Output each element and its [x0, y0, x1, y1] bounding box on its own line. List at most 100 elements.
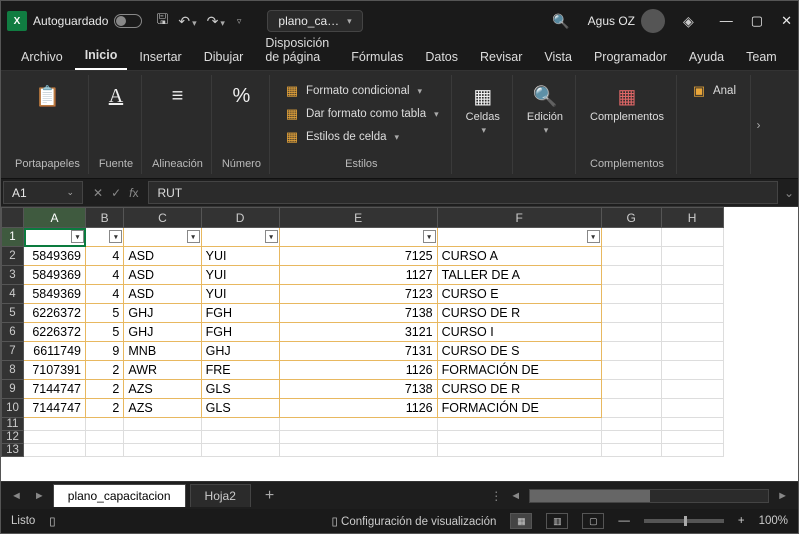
menu-tab-revisar[interactable]: Revisar [470, 44, 532, 70]
data-cell[interactable]: YUI [201, 285, 279, 304]
cell-styles-button[interactable]: ▦Estilos de celda▾ [280, 127, 443, 147]
col-header[interactable]: B [86, 208, 124, 228]
row-header[interactable]: 7 [2, 342, 24, 361]
row-header[interactable]: 10 [2, 399, 24, 418]
data-cell[interactable]: GLS [201, 399, 279, 418]
row-header[interactable]: 3 [2, 266, 24, 285]
data-cell[interactable]: AZS [124, 399, 201, 418]
qat-more-icon[interactable]: ▿ [237, 16, 242, 27]
data-cell[interactable]: GHJ [124, 323, 201, 342]
filename-box[interactable]: plano_ca… ▾ [267, 10, 362, 32]
add-sheet-icon[interactable]: + [255, 487, 284, 505]
data-cell[interactable]: MNB [124, 342, 201, 361]
data-cell[interactable]: AZS [124, 380, 201, 399]
data-cell[interactable]: FGH [201, 304, 279, 323]
addins-button[interactable]: ▦ Complementos [586, 81, 668, 125]
empty-cell[interactable] [661, 444, 723, 457]
data-cell[interactable]: 4 [86, 266, 124, 285]
col-header[interactable]: H [661, 208, 723, 228]
row-header[interactable]: 11 [2, 418, 24, 431]
data-cell[interactable]: 9 [86, 342, 124, 361]
data-cell[interactable]: FRE [201, 361, 279, 380]
row-header[interactable]: 6 [2, 323, 24, 342]
menu-tab-per[interactable]: Per› [789, 44, 799, 70]
menu-tab-ayuda[interactable]: Ayuda [679, 44, 734, 70]
data-cell[interactable]: FGH [201, 323, 279, 342]
conditional-format-button[interactable]: ▦Formato condicional▾ [280, 81, 443, 101]
data-cell[interactable]: 1126 [279, 361, 437, 380]
filter-icon[interactable]: ▾ [587, 230, 600, 243]
empty-cell[interactable] [601, 304, 661, 323]
empty-cell[interactable] [279, 431, 437, 444]
empty-cell[interactable] [437, 444, 601, 457]
empty-cell[interactable] [437, 431, 601, 444]
menu-tab-datos[interactable]: Datos [415, 44, 468, 70]
row-header[interactable]: 12 [2, 431, 24, 444]
zoom-value[interactable]: 100% [759, 515, 788, 527]
ribbon-collapse-icon[interactable]: › [750, 75, 766, 174]
empty-cell[interactable] [601, 266, 661, 285]
zoom-in-icon[interactable]: + [738, 515, 745, 527]
spreadsheet-grid[interactable]: ABCDEFGH1RUT▾DV▾Apellidos▾Nombres▾Código… [1, 207, 798, 481]
filter-icon[interactable]: ▾ [187, 230, 200, 243]
empty-cell[interactable] [601, 323, 661, 342]
empty-cell[interactable] [201, 444, 279, 457]
data-cell[interactable]: 3121 [279, 323, 437, 342]
menu-tab-fórmulas[interactable]: Fórmulas [341, 44, 413, 70]
menu-tab-archivo[interactable]: Archivo [11, 44, 73, 70]
prev-sheet-icon[interactable]: ◄ [7, 490, 26, 502]
data-cell[interactable]: YUI [201, 266, 279, 285]
empty-cell[interactable] [437, 418, 601, 431]
save-icon[interactable]: 🖫 [156, 9, 168, 33]
empty-cell[interactable] [124, 444, 201, 457]
alignment-button[interactable]: ≡ [160, 81, 194, 111]
scroll-split-icon[interactable]: ⋮ [490, 489, 502, 503]
data-cell[interactable]: CURSO DE R [437, 380, 601, 399]
editing-button[interactable]: 🔍 Edición▾ [523, 81, 567, 138]
select-all-corner[interactable] [2, 208, 24, 228]
data-cell[interactable]: 5849369 [24, 247, 86, 266]
data-cell[interactable]: FORMACIÓN DE [437, 361, 601, 380]
data-cell[interactable]: 2 [86, 380, 124, 399]
fx-icon[interactable]: fx [129, 186, 138, 200]
data-cell[interactable]: YUI [201, 247, 279, 266]
empty-cell[interactable] [24, 418, 86, 431]
data-cell[interactable]: 5849369 [24, 285, 86, 304]
zoom-slider[interactable] [644, 519, 724, 523]
data-cell[interactable]: 7131 [279, 342, 437, 361]
empty-cell[interactable] [661, 431, 723, 444]
data-cell[interactable]: 7144747 [24, 399, 86, 418]
empty-cell[interactable] [601, 418, 661, 431]
empty-cell[interactable] [661, 380, 723, 399]
zoom-out-icon[interactable]: — [618, 515, 630, 527]
empty-cell[interactable] [24, 431, 86, 444]
redo-icon[interactable]: ↷▾ [207, 13, 225, 30]
empty-cell[interactable] [601, 342, 661, 361]
data-cell[interactable]: CURSO I [437, 323, 601, 342]
data-cell[interactable]: 2 [86, 361, 124, 380]
empty-cell[interactable] [24, 444, 86, 457]
cancel-icon[interactable]: ✕ [93, 186, 103, 200]
scroll-left-icon[interactable]: ◄ [506, 490, 525, 502]
menu-tab-inicio[interactable]: Inicio [75, 42, 128, 70]
expand-formula-icon[interactable]: ⌄ [780, 179, 798, 206]
table-header-cell[interactable]: Código de la Actividad▾ [279, 228, 437, 247]
empty-cell[interactable] [661, 418, 723, 431]
menu-tab-insertar[interactable]: Insertar [129, 44, 191, 70]
filter-icon[interactable]: ▾ [423, 230, 436, 243]
empty-cell[interactable] [124, 431, 201, 444]
toggle-switch-icon[interactable] [114, 14, 142, 28]
data-cell[interactable]: 7125 [279, 247, 437, 266]
data-cell[interactable]: 4 [86, 247, 124, 266]
empty-cell[interactable] [201, 431, 279, 444]
row-header[interactable]: 13 [2, 444, 24, 457]
col-header[interactable]: F [437, 208, 601, 228]
analyze-button[interactable]: ▣Anal [687, 81, 740, 101]
row-header[interactable]: 5 [2, 304, 24, 323]
col-header[interactable]: G [601, 208, 661, 228]
empty-cell[interactable] [661, 247, 723, 266]
name-box[interactable]: A1 ⌄ [3, 181, 83, 204]
empty-cell[interactable] [86, 431, 124, 444]
table-header-cell[interactable]: RUT▾ [24, 228, 86, 247]
empty-cell[interactable] [86, 418, 124, 431]
